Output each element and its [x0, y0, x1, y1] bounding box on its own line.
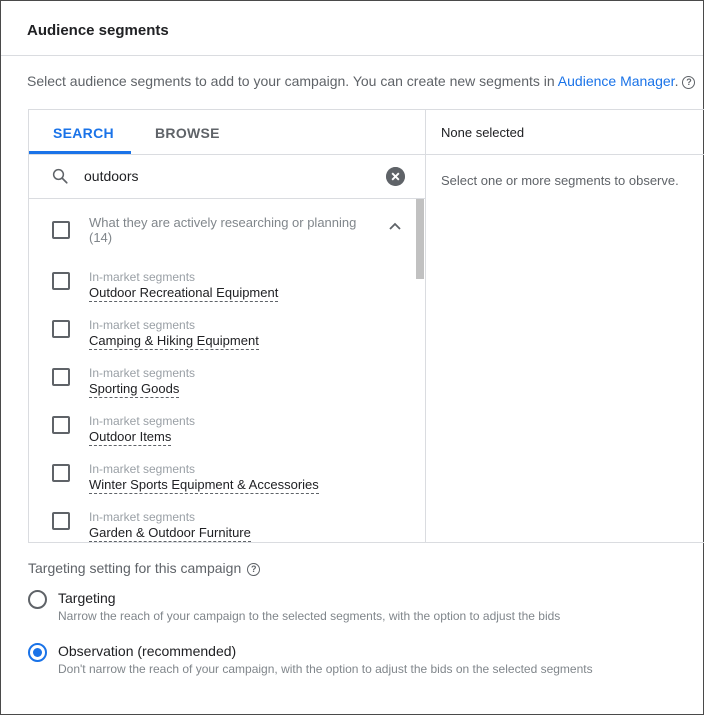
audience-segments-card: Audience segments Select audience segmen…	[0, 0, 704, 715]
chevron-up-icon[interactable]	[389, 222, 401, 230]
tab-browse[interactable]: BROWSE	[155, 125, 220, 141]
item-checkbox[interactable]	[52, 464, 70, 482]
item-checkbox[interactable]	[52, 512, 70, 530]
group-title: What they are actively researching or pl…	[89, 215, 357, 230]
item-name[interactable]: Sporting Goods	[89, 381, 180, 398]
list-item: In-market segments Sporting Goods	[29, 365, 409, 413]
targeting-title-text: Targeting setting for this campaign	[28, 560, 242, 576]
search-input[interactable]	[84, 167, 364, 185]
audience-manager-link[interactable]: Audience Manager	[558, 73, 675, 89]
none-selected-label: None selected	[441, 125, 525, 140]
tab-bar: SEARCH BROWSE	[29, 110, 425, 155]
targeting-help-icon[interactable]: ?	[247, 563, 261, 576]
group-count: (14)	[89, 230, 113, 245]
item-name[interactable]: Camping & Hiking Equipment	[89, 333, 259, 350]
results-list: What they are actively researching or pl…	[29, 199, 425, 542]
clear-icon[interactable]	[386, 167, 405, 186]
scrollbar[interactable]	[416, 199, 424, 279]
observation-radio[interactable]	[28, 643, 47, 662]
item-category: In-market segments	[89, 270, 196, 284]
item-category: In-market segments	[89, 414, 196, 428]
group-checkbox[interactable]	[52, 221, 70, 239]
description: Select audience segments to add to your …	[27, 73, 696, 89]
description-suffix: .	[674, 73, 679, 89]
card-header: Audience segments	[1, 1, 703, 56]
list-item: In-market segments Winter Sports Equipme…	[29, 461, 409, 509]
selected-header: None selected	[426, 110, 704, 155]
selected-pane: None selected Select one or more segment…	[426, 110, 704, 542]
active-tab-indicator	[29, 151, 131, 154]
item-checkbox[interactable]	[52, 320, 70, 338]
observation-option-label[interactable]: Observation (recommended)	[58, 643, 236, 659]
item-checkbox[interactable]	[52, 272, 70, 290]
item-name[interactable]: Outdoor Items	[89, 429, 172, 446]
item-checkbox[interactable]	[52, 416, 70, 434]
item-checkbox[interactable]	[52, 368, 70, 386]
item-name[interactable]: Winter Sports Equipment & Accessories	[89, 477, 319, 494]
search-icon	[52, 168, 68, 184]
selected-hint: Select one or more segments to observe.	[441, 173, 679, 188]
search-row	[29, 155, 425, 199]
list-item: In-market segments Outdoor Recreational …	[29, 269, 409, 317]
targeting-option-label[interactable]: Targeting	[58, 590, 116, 606]
segments-panel: SEARCH BROWSE W	[28, 109, 704, 543]
targeting-radio[interactable]	[28, 590, 47, 609]
list-item: In-market segments Garden & Outdoor Furn…	[29, 509, 409, 542]
list-item: In-market segments Camping & Hiking Equi…	[29, 317, 409, 365]
item-category: In-market segments	[89, 366, 196, 380]
description-text: Select audience segments to add to your …	[27, 73, 558, 89]
item-name[interactable]: Garden & Outdoor Furniture	[89, 525, 251, 542]
list-item: In-market segments Outdoor Items	[29, 413, 409, 461]
targeting-title: Targeting setting for this campaign?	[28, 560, 261, 576]
card-title: Audience segments	[27, 22, 169, 39]
targeting-option-description: Narrow the reach of your campaign to the…	[58, 609, 561, 623]
group-label: What they are actively researching or pl…	[89, 215, 369, 245]
item-category: In-market segments	[89, 462, 196, 476]
item-name[interactable]: Outdoor Recreational Equipment	[89, 285, 279, 302]
item-category: In-market segments	[89, 510, 196, 524]
item-category: In-market segments	[89, 318, 196, 332]
tab-search[interactable]: SEARCH	[53, 125, 114, 141]
search-pane: SEARCH BROWSE W	[29, 110, 426, 542]
help-icon[interactable]: ?	[682, 76, 696, 89]
observation-option-description: Don't narrow the reach of your campaign,…	[58, 662, 593, 676]
